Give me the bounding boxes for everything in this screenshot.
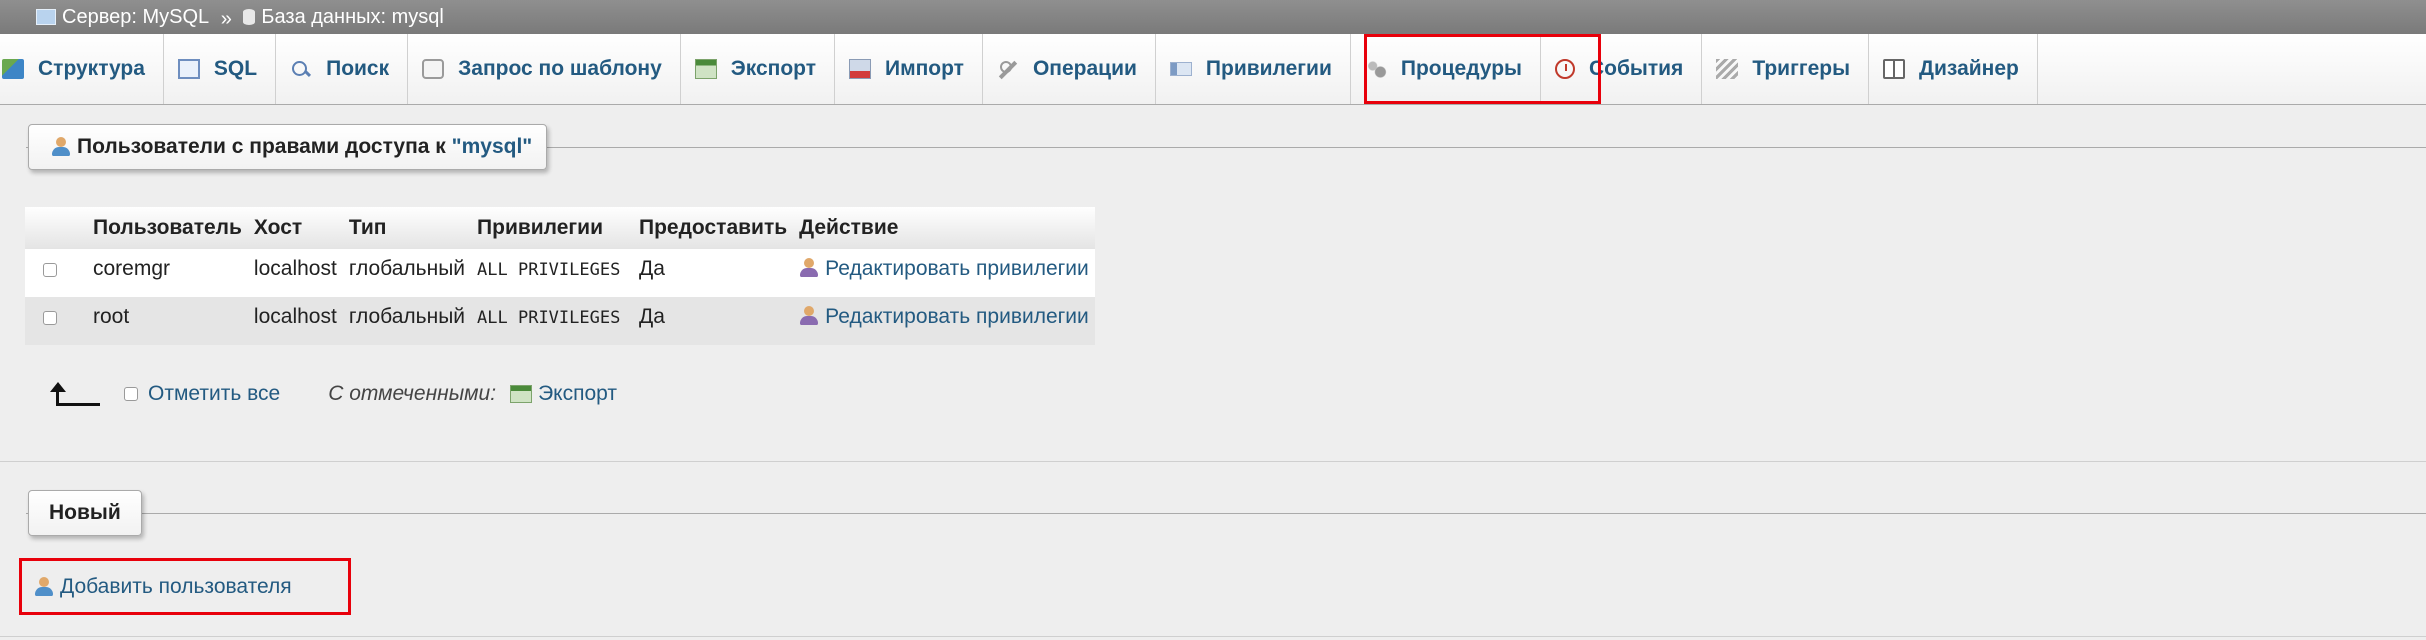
cell-action: Редактировать привилегии bbox=[793, 297, 1095, 345]
breadcrumb-database-label[interactable]: База данных: mysql bbox=[261, 0, 443, 34]
users-table: Пользователь Хост Тип Привилегии Предост… bbox=[25, 207, 1095, 345]
tab-events[interactable]: События bbox=[1541, 34, 1703, 104]
database-icon bbox=[243, 9, 256, 25]
cell-grant: Да bbox=[633, 297, 794, 345]
query-icon bbox=[422, 59, 445, 79]
tab-operations-label: Операции bbox=[1032, 57, 1137, 80]
tab-designer[interactable]: Дизайнер bbox=[1869, 34, 2038, 104]
row-checkbox-cell bbox=[25, 249, 87, 297]
cell-grant: Да bbox=[633, 249, 794, 297]
new-legend-label: Новый bbox=[49, 501, 121, 524]
server-icon bbox=[36, 9, 56, 25]
add-user-link[interactable]: Добавить пользователя bbox=[34, 575, 292, 599]
section-divider bbox=[0, 461, 2426, 462]
add-user-label: Добавить пользователя bbox=[60, 575, 292, 598]
structure-icon bbox=[2, 59, 24, 79]
edit-privileges-link[interactable]: Редактировать привилегии bbox=[799, 305, 1089, 328]
users-legend-prefix: Пользователи с правами доступа к bbox=[77, 135, 452, 158]
column-header-host[interactable]: Хост bbox=[247, 207, 343, 249]
privileges-icon bbox=[1169, 62, 1192, 76]
triggers-icon bbox=[1716, 59, 1739, 79]
breadcrumb: Сервер: MySQL » База данных: mysql bbox=[0, 0, 2426, 34]
tab-search-label: Поиск bbox=[326, 57, 390, 80]
breadcrumb-separator: » bbox=[220, 8, 232, 30]
edit-privileges-link[interactable]: Редактировать привилегии bbox=[799, 257, 1089, 280]
routines-icon bbox=[1364, 59, 1387, 79]
cell-privileges: ALL PRIVILEGES bbox=[471, 249, 633, 297]
column-header-action: Действие bbox=[793, 207, 1095, 249]
import-icon bbox=[848, 59, 871, 79]
export-icon bbox=[510, 385, 533, 403]
cell-user: root bbox=[87, 297, 248, 345]
edit-user-icon bbox=[799, 306, 819, 326]
cell-type: глобальный bbox=[342, 297, 472, 345]
cell-action: Редактировать привилегии bbox=[793, 249, 1095, 297]
column-header-privileges: Привилегии bbox=[471, 207, 633, 249]
designer-icon bbox=[1883, 59, 1906, 79]
tab-routines[interactable]: Процедуры bbox=[1351, 34, 1541, 104]
add-user-icon bbox=[34, 577, 54, 597]
row-checkbox[interactable] bbox=[43, 263, 57, 277]
column-header-grant: Предоставить bbox=[633, 207, 794, 249]
bulk-actions: Отметить все С отмеченными: Экспорт bbox=[46, 382, 617, 406]
table-header-row: Пользователь Хост Тип Привилегии Предост… bbox=[25, 207, 1095, 249]
cell-host: localhost bbox=[247, 249, 343, 297]
column-header-user[interactable]: Пользователь bbox=[87, 207, 248, 249]
tab-designer-label: Дизайнер bbox=[1919, 57, 2019, 80]
new-section-legend: Новый bbox=[28, 490, 142, 536]
tab-sql[interactable]: SQL bbox=[164, 34, 277, 104]
breadcrumb-database[interactable]: База данных: mysql bbox=[243, 0, 444, 34]
cell-user: coremgr bbox=[87, 249, 248, 297]
cell-type: глобальный bbox=[342, 249, 472, 297]
tab-events-label: События bbox=[1588, 57, 1684, 80]
tab-export[interactable]: Экспорт bbox=[681, 34, 835, 104]
arrow-up-icon bbox=[46, 382, 102, 406]
cell-host: localhost bbox=[247, 297, 343, 345]
tab-privileges[interactable]: Привилегии bbox=[1156, 34, 1351, 104]
tab-search[interactable]: Поиск bbox=[276, 34, 409, 104]
search-icon bbox=[290, 59, 312, 79]
wrench-icon bbox=[997, 59, 1019, 79]
row-checkbox[interactable] bbox=[43, 311, 57, 325]
tab-query-label: Запрос по шаблону bbox=[458, 57, 662, 80]
with-selected-label: С отмеченными: bbox=[328, 382, 497, 405]
tab-triggers[interactable]: Триггеры bbox=[1702, 34, 1870, 104]
clock-icon bbox=[1554, 59, 1575, 79]
edit-privileges-label: Редактировать привилегии bbox=[825, 305, 1089, 328]
checkbox-column-header bbox=[25, 207, 87, 249]
tab-import[interactable]: Импорт bbox=[835, 34, 983, 104]
tab-export-label: Экспорт bbox=[730, 57, 816, 80]
users-legend-db[interactable]: "mysql" bbox=[452, 135, 533, 159]
tab-operations[interactable]: Операции bbox=[983, 34, 1156, 104]
users-icon bbox=[51, 137, 71, 157]
check-all-checkbox[interactable] bbox=[124, 387, 138, 401]
tab-privileges-label: Привилегии bbox=[1205, 57, 1332, 80]
tab-triggers-label: Триггеры bbox=[1752, 57, 1851, 80]
tab-structure[interactable]: Структура bbox=[0, 34, 164, 104]
table-row: root localhost глобальный ALL PRIVILEGES… bbox=[25, 297, 1095, 345]
export-icon bbox=[694, 59, 717, 79]
tab-sql-label: SQL bbox=[213, 57, 258, 80]
row-checkbox-cell bbox=[25, 297, 87, 345]
tab-query[interactable]: Запрос по шаблону bbox=[408, 34, 681, 104]
table-row: coremgr localhost глобальный ALL PRIVILE… bbox=[25, 249, 1095, 297]
breadcrumb-server-label[interactable]: Сервер: MySQL bbox=[62, 0, 209, 34]
tab-routines-label: Процедуры bbox=[1400, 57, 1522, 80]
breadcrumb-server[interactable]: Сервер: MySQL bbox=[36, 0, 209, 34]
tab-structure-label: Структура bbox=[38, 57, 145, 80]
tab-import-label: Импорт bbox=[884, 57, 964, 80]
check-all-link[interactable]: Отметить все bbox=[148, 382, 280, 406]
sql-icon bbox=[177, 59, 200, 79]
bulk-export-label: Экспорт bbox=[538, 382, 617, 405]
tab-bar: Структура SQL Поиск Запрос по шаблону Эк… bbox=[0, 34, 2426, 105]
column-header-type: Тип bbox=[342, 207, 472, 249]
cell-privileges: ALL PRIVILEGES bbox=[471, 297, 633, 345]
bulk-export-button[interactable]: Экспорт bbox=[510, 382, 617, 406]
new-section-border bbox=[26, 513, 2426, 514]
edit-user-icon bbox=[799, 258, 819, 278]
bottom-divider bbox=[0, 636, 2426, 637]
users-section-legend: Пользователи с правами доступа к "mysql" bbox=[28, 124, 548, 170]
edit-privileges-label: Редактировать привилегии bbox=[825, 257, 1089, 280]
